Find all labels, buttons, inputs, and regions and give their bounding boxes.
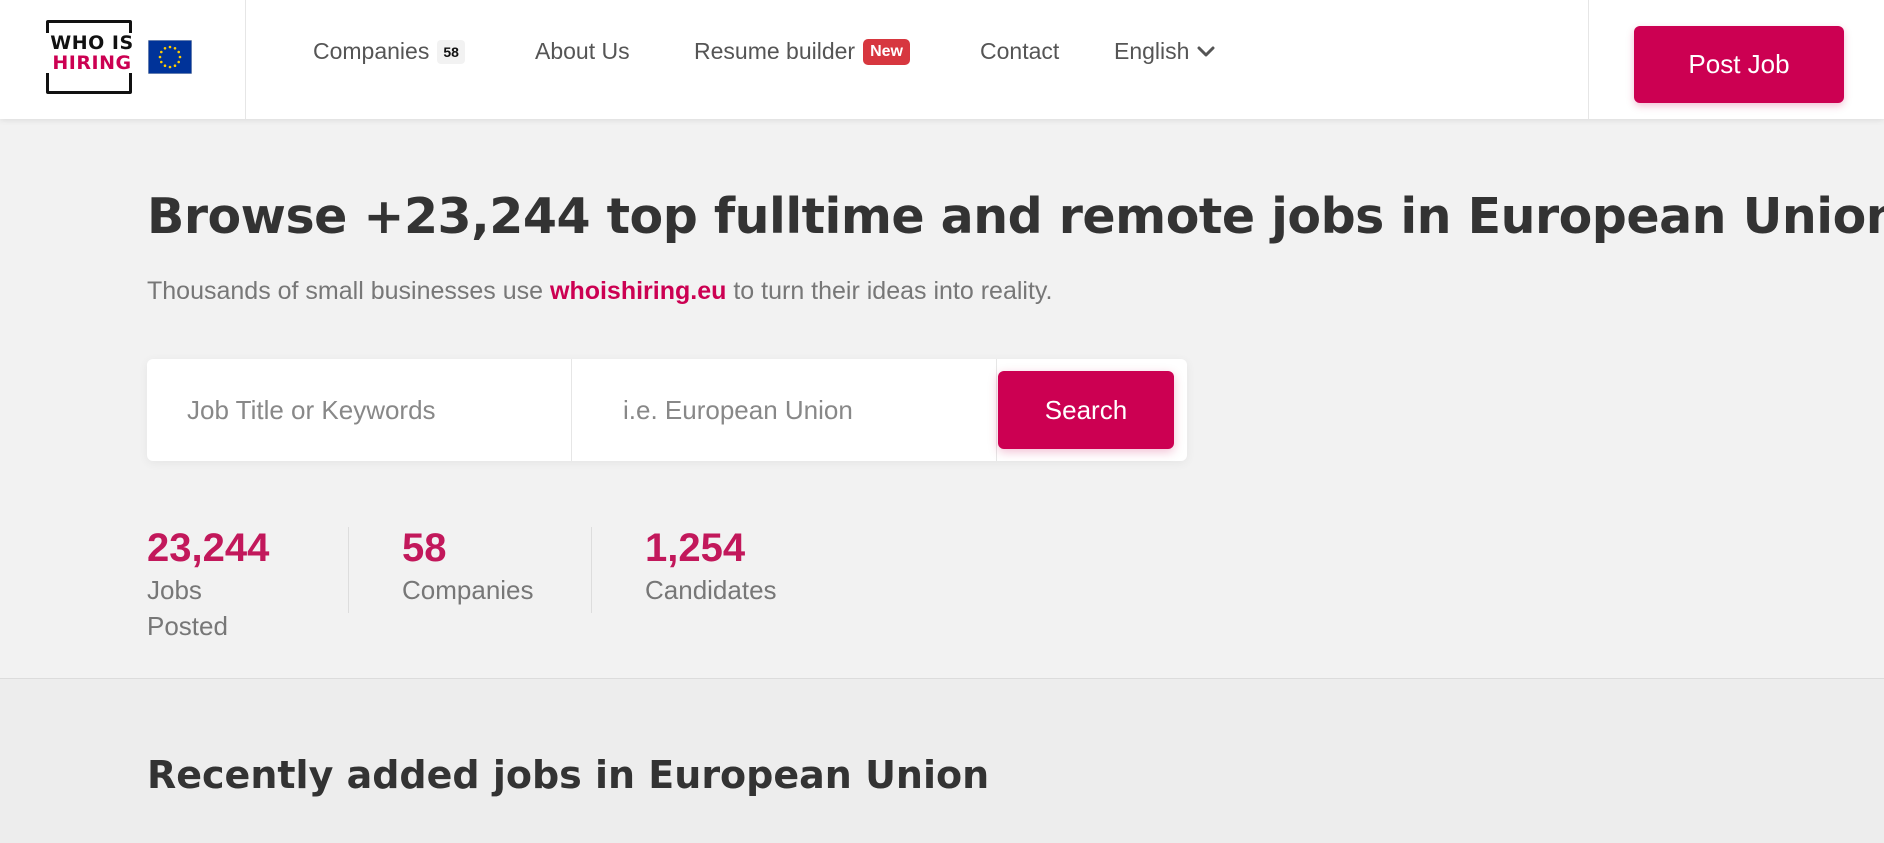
- stat-candidates: 1,254 Candidates: [645, 524, 777, 608]
- location-input[interactable]: [623, 359, 983, 461]
- hero-subtitle-start: Thousands of small businesses use: [147, 277, 550, 305]
- search-button[interactable]: Search: [998, 371, 1174, 449]
- logo-area[interactable]: WHO IS HIRING: [0, 0, 246, 119]
- stat-jobs-posted: 23,244 Jobs Posted: [147, 524, 269, 644]
- search-divider: [996, 359, 997, 461]
- search-bar: Search: [147, 359, 1187, 461]
- nav-contact[interactable]: Contact: [980, 38, 1059, 65]
- eu-flag-icon[interactable]: [148, 40, 192, 74]
- stat-companies: 58 Companies: [402, 524, 534, 608]
- brand-link[interactable]: whoishiring.eu: [550, 277, 726, 305]
- search-divider: [571, 359, 572, 461]
- stat-value: 23,244: [147, 526, 270, 570]
- recent-jobs-section: Recently added jobs in European Union: [0, 678, 1884, 843]
- language-selector[interactable]: English: [1114, 38, 1215, 65]
- stat-value: 58: [402, 526, 447, 570]
- site-logo[interactable]: WHO IS HIRING: [46, 20, 138, 94]
- stat-value: 1,254: [645, 526, 746, 570]
- stat-divider: [591, 527, 592, 613]
- nav-about-us[interactable]: About Us: [535, 38, 630, 65]
- keywords-input[interactable]: [187, 359, 557, 461]
- hero-subtitle-end: to turn their ideas into reality.: [726, 277, 1053, 305]
- stat-divider: [348, 527, 349, 613]
- nav-resume-builder[interactable]: Resume builder New: [694, 38, 910, 65]
- header-divider: [1588, 0, 1589, 119]
- logo-line-1: WHO IS: [50, 32, 134, 54]
- nav-contact-label: Contact: [980, 38, 1060, 64]
- companies-count-badge: 58: [437, 39, 465, 64]
- site-header: WHO IS HIRING Companies 58 About Us Resu…: [0, 0, 1884, 119]
- nav-companies-label: Companies: [313, 38, 430, 64]
- chevron-down-icon: [1197, 46, 1215, 56]
- nav-companies[interactable]: Companies 58: [313, 38, 465, 65]
- nav-resume-label: Resume builder: [694, 38, 856, 64]
- post-job-button[interactable]: Post Job: [1634, 26, 1844, 103]
- logo-wordmark: WHO IS HIRING: [46, 33, 138, 73]
- stat-label: Jobs Posted: [147, 575, 228, 641]
- nav-about-label: About Us: [535, 38, 630, 64]
- new-badge: New: [863, 38, 910, 65]
- stat-label: Candidates: [645, 575, 777, 605]
- recent-jobs-title: Recently added jobs in European Union: [147, 753, 990, 797]
- logo-line-2: HIRING: [52, 52, 132, 74]
- stat-label: Companies: [402, 575, 534, 605]
- hero-subtitle: Thousands of small businesses use whoish…: [147, 277, 1053, 306]
- language-label: English: [1114, 38, 1190, 64]
- hero-title: Browse +23,244 top fulltime and remote j…: [147, 188, 1884, 245]
